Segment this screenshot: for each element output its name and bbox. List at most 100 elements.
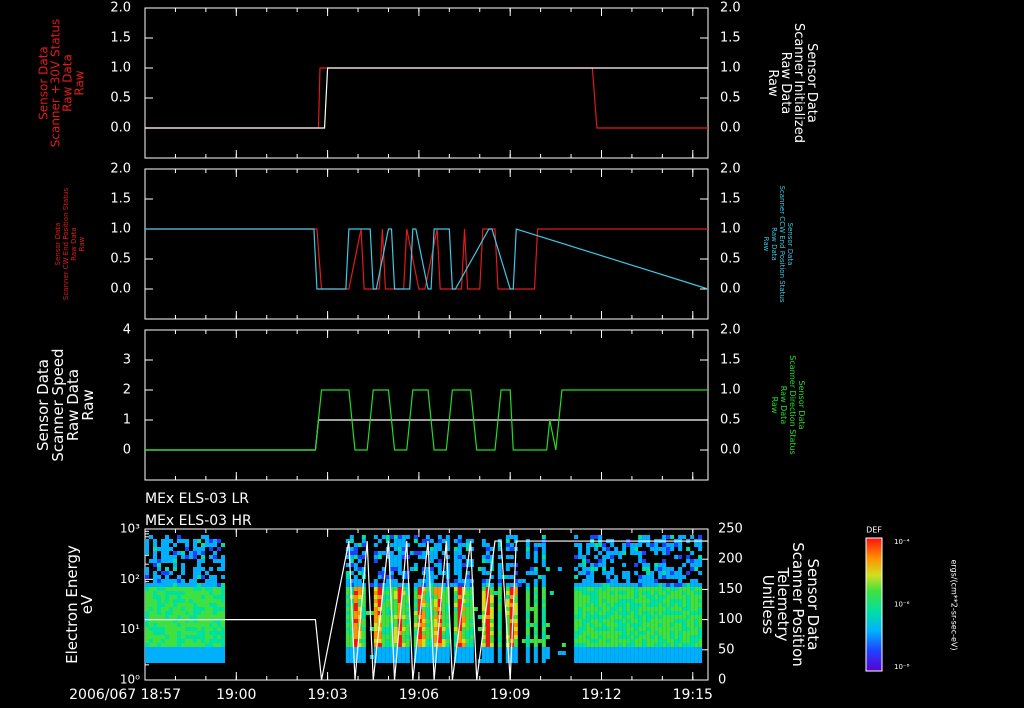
spectrogram-cell [401,547,406,551]
spectrogram-cell [381,551,386,555]
spectrogram-cell [626,647,631,651]
spectrogram-cell [686,639,691,643]
spectrogram-cell [666,587,671,591]
spectrogram-cell [630,615,635,619]
spectrogram-cell [622,659,627,663]
spectrogram-cell [598,535,603,539]
spectrogram-cell [626,595,631,599]
spectrogram-cell [177,551,181,555]
spectrogram-cell [145,567,149,571]
spectrogram-cell [441,639,446,643]
spectrogram-cell [541,599,546,603]
spectrogram-cell [221,623,225,627]
spectrogram-cell [578,595,583,599]
spectrogram-cell [429,555,434,559]
spectrogram-cell [153,583,157,587]
spectrogram-cell [650,627,655,631]
spectrogram-cell [541,555,546,559]
spectrogram-cell [650,659,655,663]
spectrogram-cell [537,575,542,579]
spectrogram-cell [606,623,611,627]
spectrogram-cell [505,543,510,547]
spectrogram-cell [357,555,362,559]
spectrogram-cell [213,599,217,603]
spectrogram-cell [197,643,201,647]
spectrogram-cell [529,571,534,575]
spectrogram-cell [409,551,414,555]
spectrogram-cell [385,583,390,587]
spectrogram-cell [213,543,217,547]
spectrogram-cell [606,615,611,619]
spectrogram-cell [209,607,213,611]
spectrogram-cell [662,535,667,539]
spectrogram-cell [690,563,695,567]
colorbar-tick-label: 10⁻⁴ [894,538,910,546]
spectrogram-cell [357,559,362,563]
spectrogram-cell [662,599,667,603]
spectrogram-cell [622,639,627,643]
spectrogram-cell [193,647,197,651]
spectrogram-cell [381,627,386,631]
spectrogram-cell [594,547,599,551]
spectrogram-cell [513,627,518,631]
spectrogram-cell [345,583,350,587]
spectrogram-cell [626,599,631,603]
spectrogram-cell [345,587,350,591]
spectrogram-cell [686,603,691,607]
spectrogram-cell [157,559,161,563]
spectrogram-cell [205,599,209,603]
spectrogram-cell [393,535,398,539]
spectrogram-cell [614,595,619,599]
spectrogram-cell [650,571,655,575]
spectrogram-cell [658,631,663,635]
y-tick-label: 1.5 [720,31,741,46]
spectrogram-cell [670,655,675,659]
spectrogram-cell [678,651,683,655]
spectrogram-cell [149,627,153,631]
spectrogram-cell [389,567,394,571]
spectrogram-cell [197,587,201,591]
spectrogram-cell [425,639,430,643]
spectrogram-cell [149,607,153,611]
spectrogram-cell [173,607,177,611]
spectrogram-cell [582,635,587,639]
y-tick-label: 2.0 [720,323,741,338]
spectrogram-cell [465,595,470,599]
spectrogram-cell [525,607,530,611]
spectrogram-cell [694,599,699,603]
spectrogram-cell [433,603,438,607]
spectrogram-cell [209,579,213,583]
spectrogram-cell [429,611,434,615]
spectrogram-cell [145,607,149,611]
spectrogram-cell [541,543,546,547]
spectrogram-cell [630,611,635,615]
spectrogram-cell [165,603,169,607]
spectrogram-cell [153,639,157,643]
spectrogram-cell [602,627,607,631]
spectrogram-cell [161,547,165,551]
spectrogram-cell [630,655,635,659]
spectrogram-cell [533,595,538,599]
spectrogram-cell [189,643,193,647]
spectrogram-cell [658,647,663,651]
spectrogram-cell [630,595,635,599]
spectrogram-cell [461,635,466,639]
spectrogram-cell [598,627,603,631]
spectrogram-cell [682,659,687,663]
spectrogram-cell [457,551,462,555]
spectrogram-cell [465,639,470,643]
spectrogram-cell [197,611,201,615]
panel2-right-label: Sensor Data [786,223,794,266]
spectrogram-cell [197,651,201,655]
spectrogram-cell [489,607,494,611]
spectrogram-cell [590,543,595,547]
spectrogram-cell [157,579,161,583]
spectrogram-cell [594,603,599,607]
spectrogram-cell [385,623,390,627]
spectrogram-cell [541,547,546,551]
spectrogram-cell [197,583,201,587]
spectrogram-cell [357,647,362,651]
x-tick-label: 19:03 [307,687,347,703]
spectrogram-cell [481,599,486,603]
spectrogram-cell [670,647,675,651]
